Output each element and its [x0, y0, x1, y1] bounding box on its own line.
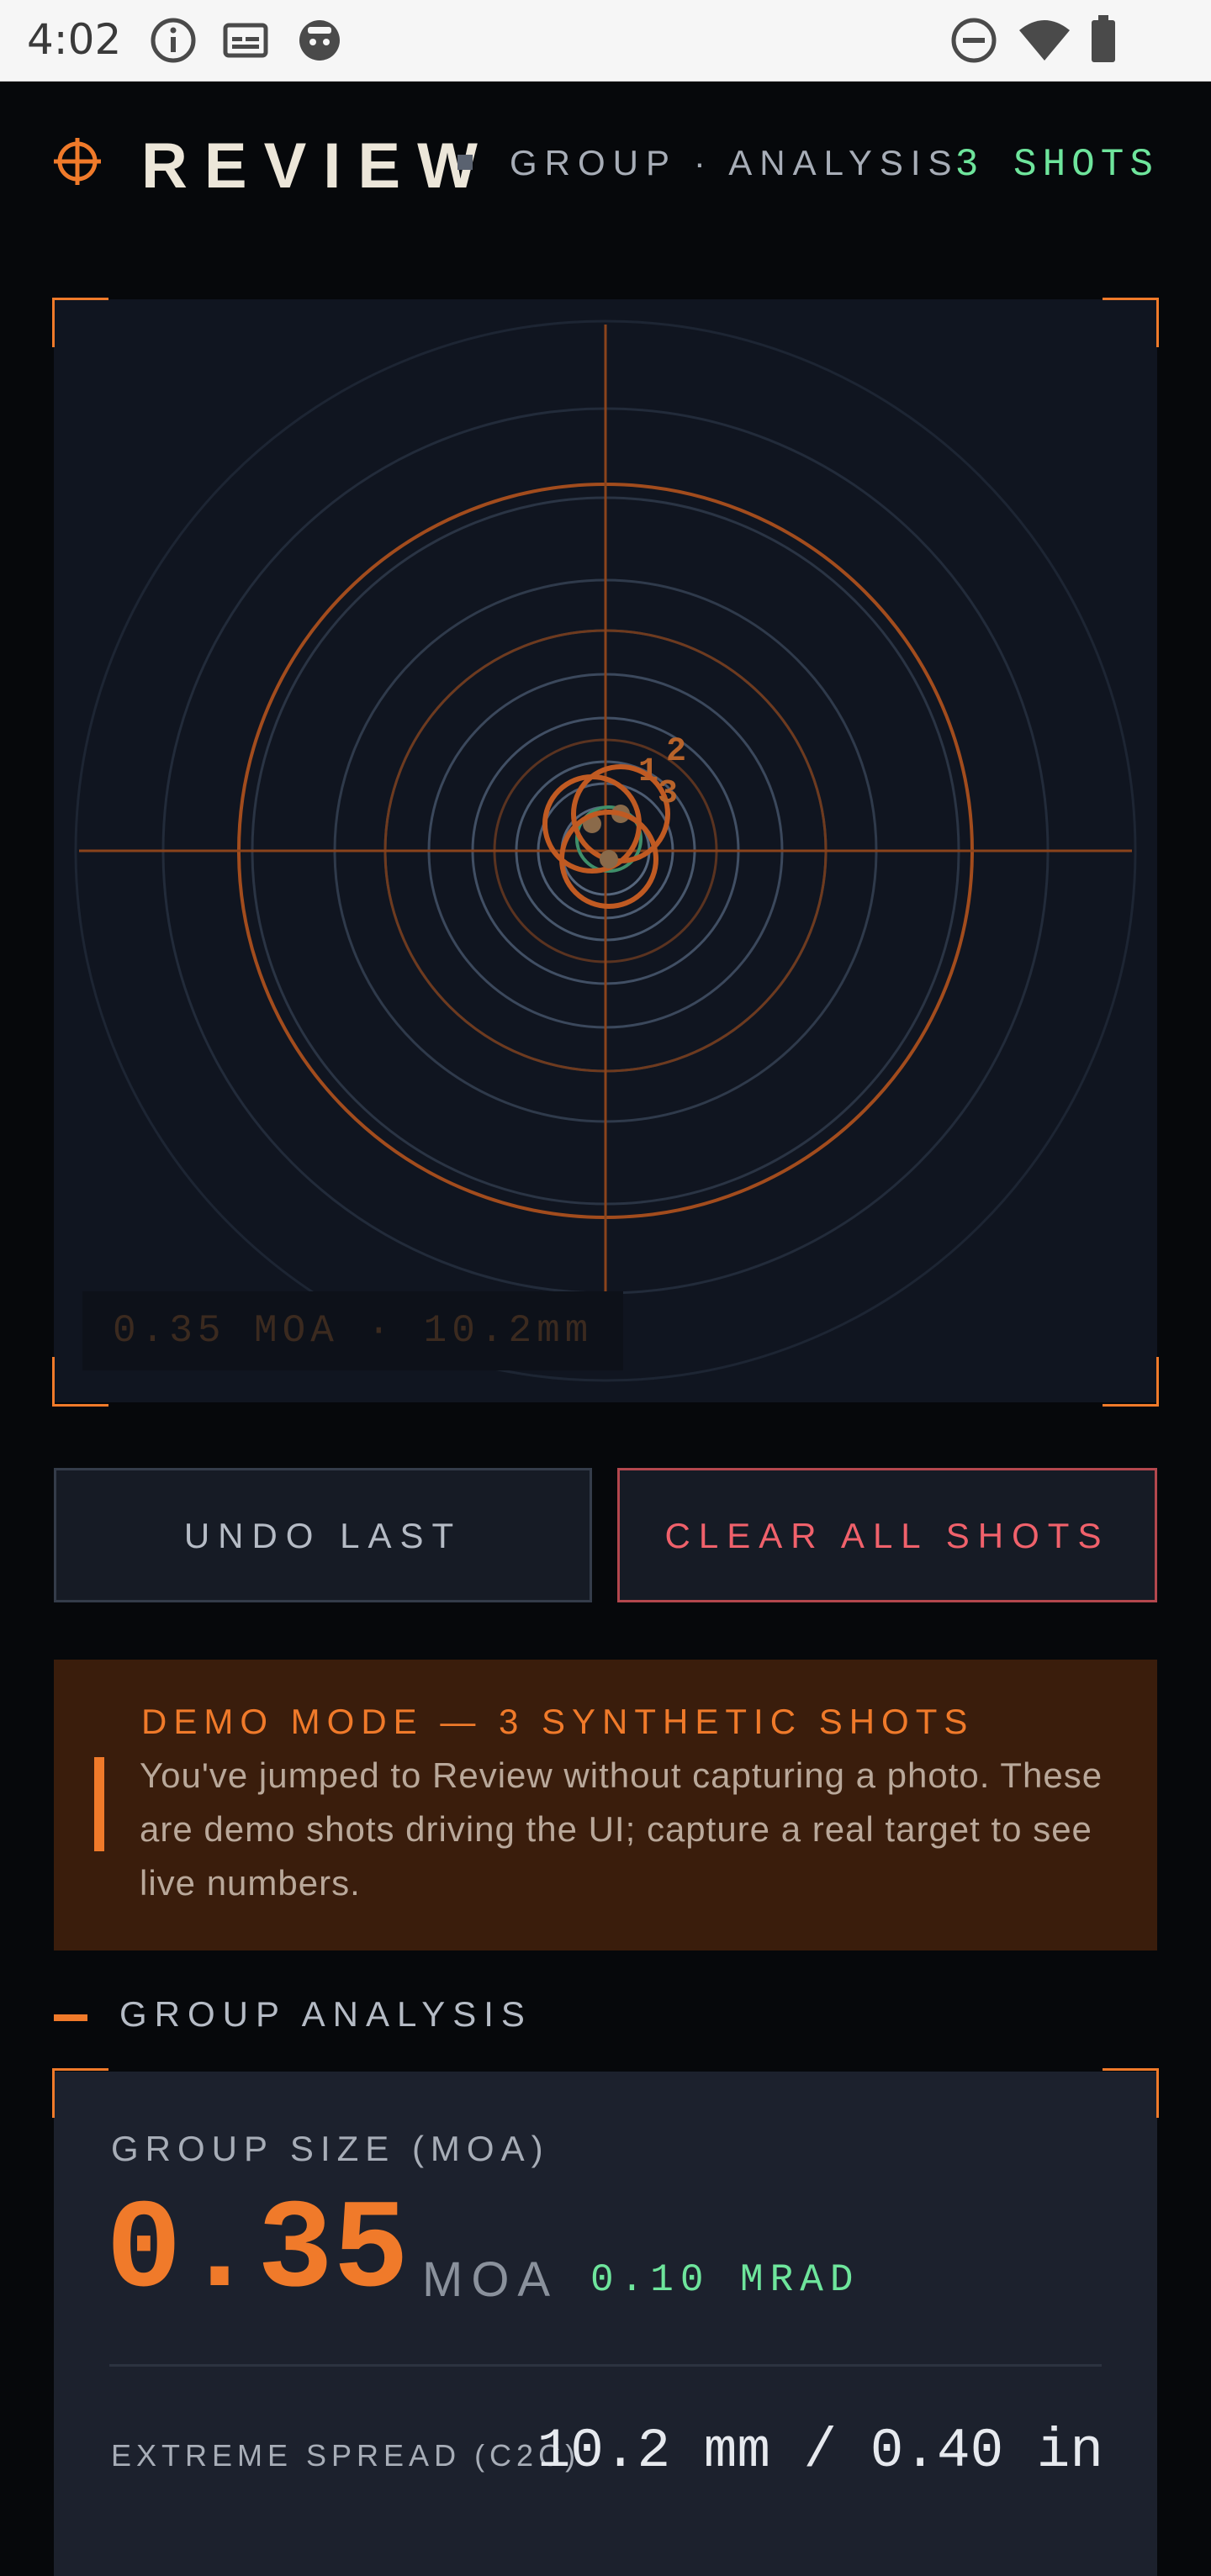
extreme-spread-value: 10.2 mm / 0.40 in: [537, 2420, 1103, 2483]
frame-corner: [1103, 2068, 1159, 2118]
info-icon: [150, 17, 197, 68]
group-analysis-card: GROUP SIZE (MOA) 0.35 MOA 0.10 MRAD EXTR…: [54, 2072, 1157, 2576]
section-dash: [54, 2014, 87, 2021]
title-separator: [457, 155, 473, 170]
frame-corner: [52, 298, 108, 347]
demo-banner-body: You've jumped to Review without capturin…: [140, 1755, 1103, 1903]
do-not-disturb-icon: [950, 17, 997, 68]
clear-all-shots-button[interactable]: CLEAR ALL SHOTS: [617, 1468, 1157, 1602]
wifi-icon: [1018, 17, 1071, 68]
frame-corner: [1103, 298, 1159, 347]
extreme-spread-label: EXTREME SPREAD (C2C): [111, 2438, 581, 2473]
group-readout: 0.35 MOA · 10.2mm: [82, 1291, 624, 1370]
group-size-value: 0.35: [106, 2181, 410, 2324]
frame-corner: [1103, 1357, 1159, 1407]
page-subtitle: GROUP · ANALYSIS: [510, 143, 960, 182]
target-diagram[interactable]: 123: [54, 299, 1157, 1402]
group-size-unit: MOA: [422, 2252, 559, 2307]
demo-mode-banner: DEMO MODE — 3 SYNTHETIC SHOTS You've jum…: [54, 1660, 1157, 1950]
undo-last-button[interactable]: UNDO LAST: [54, 1468, 592, 1602]
frame-corner: [52, 2068, 108, 2118]
battery-icon: [1090, 15, 1117, 68]
target-panel[interactable]: 123 0.35 MOA · 10.2mm: [54, 299, 1157, 1402]
demo-banner-title: DEMO MODE — 3 SYNTHETIC SHOTS: [141, 1702, 975, 1741]
banner-accent-bar: [94, 1757, 104, 1851]
group-size-mrad: 0.10 MRAD: [590, 2258, 860, 2302]
captions-icon: [222, 17, 269, 68]
shot-label: 2: [666, 733, 686, 771]
shots-count-badge: 3 SHOTS: [955, 143, 1159, 187]
card-divider: [109, 2364, 1102, 2367]
shot-dot: [600, 850, 618, 868]
shot-label: 3: [658, 775, 678, 813]
android-icon: [296, 17, 343, 68]
status-time: 4:02: [27, 15, 122, 64]
section-heading: GROUP ANALYSIS: [119, 1994, 532, 2034]
status-bar: 4:02: [0, 0, 1211, 82]
group-size-label: GROUP SIZE (MOA): [111, 2129, 550, 2168]
page-title: REVIEW: [141, 130, 494, 202]
header: REVIEW GROUP · ANALYSIS 3 SHOTS: [0, 81, 1211, 249]
crosshair-icon: [52, 136, 103, 191]
frame-corner: [52, 1357, 108, 1407]
